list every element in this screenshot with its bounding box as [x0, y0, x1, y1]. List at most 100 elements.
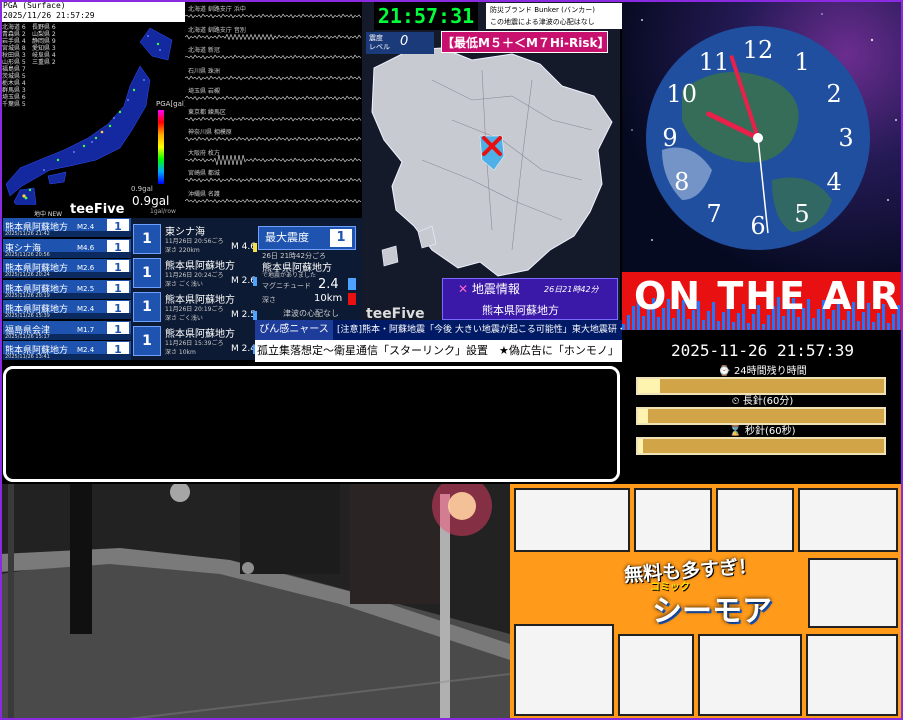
bunker-banner: 防災ブランド Bunker (バンカー) この地震による津波の心配はなし	[486, 3, 622, 29]
waveform-trace	[185, 75, 362, 80]
quake-info-title: ✕ 地震情報	[458, 282, 520, 296]
timer-label: ⏲ 長針(60分)	[731, 396, 794, 407]
card-color-bar	[253, 277, 257, 286]
visualizer-bar	[842, 320, 845, 330]
clock-number: 6	[750, 212, 765, 240]
timer-label: ⌚ 24時間残り時間	[718, 366, 807, 377]
waveform-trace	[185, 154, 362, 165]
quake-card[interactable]: 1 熊本県阿蘇地方 11月26日 15:39ごろ 深さ 10km M 2.4	[131, 324, 259, 358]
eew-date: 2025/11/26 20:19	[3, 292, 131, 299]
eew-brand-logo: teeFive	[70, 202, 125, 217]
card-time: 11月26日 20:19ごろ	[165, 306, 224, 313]
waveform-row: 北海道 釧路支庁 浜中	[185, 4, 362, 22]
analog-clock-panel: 12 1 2 3 4 5 6 7 8 9 10 11	[622, 0, 903, 272]
manga-panel	[798, 488, 898, 552]
visualizer-bar	[717, 321, 720, 330]
waveform-trace	[185, 198, 362, 203]
pga-color-scale	[158, 110, 164, 184]
visualizer-bar	[687, 319, 690, 330]
manga-panel	[808, 558, 898, 628]
eew-date: 2025/11/26 20:56	[3, 251, 131, 258]
risk-warning-tag: 【最低M５＋＜M７Hi-Risk】	[441, 31, 610, 53]
visualizer-bar	[747, 323, 750, 330]
waveform-trace	[185, 136, 362, 142]
quake-info-area: 熊本県阿蘇地方	[482, 304, 559, 317]
pga-big-value: 0.9gal	[132, 194, 170, 208]
eew-new-label: 地中 NEW	[34, 211, 63, 218]
waveform-row: 北海道 新冠	[185, 45, 362, 63]
eew-magnitude: M1.7	[77, 325, 95, 334]
quake-card[interactable]: 1 熊本県阿蘇地方 11月26日 20:19ごろ 深さ ごく浅い M 2.5	[131, 290, 259, 324]
bunker-brand: 防災ブランド Bunker (バンカー)	[490, 6, 595, 14]
visualizer-bar	[702, 320, 705, 330]
card-time: 11月26日 20:24ごろ	[165, 272, 224, 279]
waveform-trace	[185, 116, 362, 121]
quake-card[interactable]: 1 熊本県阿蘇地方 11月26日 20:24ごろ 深さ ごく浅い M 2.6	[131, 256, 259, 290]
quake-info-time: 26日21時42分	[544, 285, 599, 294]
manga-panel	[514, 624, 614, 716]
pga-header: PGA (Surface) 2025/11/26 21:57:29	[0, 0, 185, 22]
street-camera-image	[0, 484, 510, 720]
magnitude-label: マグニチュード	[262, 282, 311, 290]
magnitude-value: 2.4	[318, 277, 339, 292]
clock-number: 5	[794, 200, 809, 228]
waveform-trace	[185, 177, 362, 183]
depth-label: 深さ	[262, 296, 276, 304]
timer-progress-bar	[636, 437, 886, 455]
waveform-row: 埼玉県 岩槻	[185, 86, 362, 104]
card-time: 11月26日 20:56ごろ	[165, 238, 224, 245]
waveform-row: 神奈川県 相模原	[185, 127, 362, 145]
waveform-trace	[185, 33, 362, 40]
visualizer-bar	[672, 318, 675, 330]
waveform-row: 石川県 珠洲	[185, 66, 362, 84]
tsunami-notice: この地震による津波の心配はなし	[490, 18, 595, 26]
magnitude-color-bar	[348, 278, 356, 290]
max-intensity-sub: で地震がありました	[262, 272, 317, 279]
eew-magnitude: M2.4	[77, 305, 95, 313]
manga-panel	[716, 488, 794, 552]
visualizer-bar	[782, 316, 785, 330]
card-color-bar	[253, 243, 257, 252]
news-ticker-top: [注意]熊本・阿蘇地震「今後 大きい地震が起こる可能性」東大地震研・笠原教授	[333, 320, 622, 340]
timer-progress-fill	[638, 379, 661, 393]
visualizer-bar	[812, 318, 815, 330]
clock-number: 11	[699, 48, 730, 76]
waveform-panel: 北海道 釧路支庁 浜中 北海道 釧路支庁 音別 北海道 新冠 石川県 珠洲 埼玉県 岩槻…	[185, 0, 362, 218]
visualizer-bar	[622, 324, 625, 330]
card-intensity: 1	[133, 292, 161, 322]
pga-map-panel: PGA (Surface) 2025/11/26 21:57:29 北海道 6青…	[0, 0, 185, 218]
eew-date: 2025/11/26 15:17	[3, 333, 131, 340]
visualizer-bar	[657, 317, 660, 330]
depth-value: 10km	[314, 293, 343, 304]
clock-number: 7	[706, 200, 721, 228]
manga-panel	[618, 634, 694, 716]
manga-panel	[634, 488, 712, 552]
visualizer-bar	[827, 319, 830, 330]
visualizer-bar	[762, 324, 765, 330]
analog-clock: 12 12 3 45 6 78 9 1011	[631, 13, 897, 250]
clock-number: 4	[827, 168, 842, 196]
waveform-scale: 1gal/row	[150, 208, 176, 215]
pga-small-value: 0.9gal	[131, 185, 153, 193]
card-depth: 深さ ごく浅い	[165, 315, 203, 322]
shindo-level-value: 0	[400, 34, 409, 49]
waveform-row: 宮崎県 都城	[185, 168, 362, 186]
visualizer-bar	[732, 322, 735, 330]
quake-card[interactable]: 1 東シナ海 11月26日 20:56ごろ 深さ 220km M 4.6	[131, 222, 259, 256]
waveform-trace	[185, 54, 362, 60]
waveform-row: 北海道 釧路支庁 音別	[185, 25, 362, 43]
clock-number: 2	[827, 80, 842, 108]
card-intensity: 1	[133, 258, 161, 288]
eew-date: 2025/11/26 13:41	[3, 354, 131, 360]
card-depth: 深さ 10km	[165, 349, 196, 356]
eew-date: 2025/11/26 21:42	[3, 231, 131, 237]
pga-scale-label: PGA[gal]	[156, 100, 185, 108]
card-depth: 深さ 220km	[165, 247, 200, 254]
datetime-display: 2025-11-26 21:57:39	[622, 340, 903, 362]
waveform-trace	[185, 13, 362, 19]
waveform-trace	[185, 95, 362, 101]
eew-magnitude: M4.6	[77, 243, 95, 252]
clock-number: 9	[662, 124, 677, 152]
visualizer-bar	[627, 315, 630, 330]
tsunami-status: 津波の心配なし	[283, 309, 339, 318]
